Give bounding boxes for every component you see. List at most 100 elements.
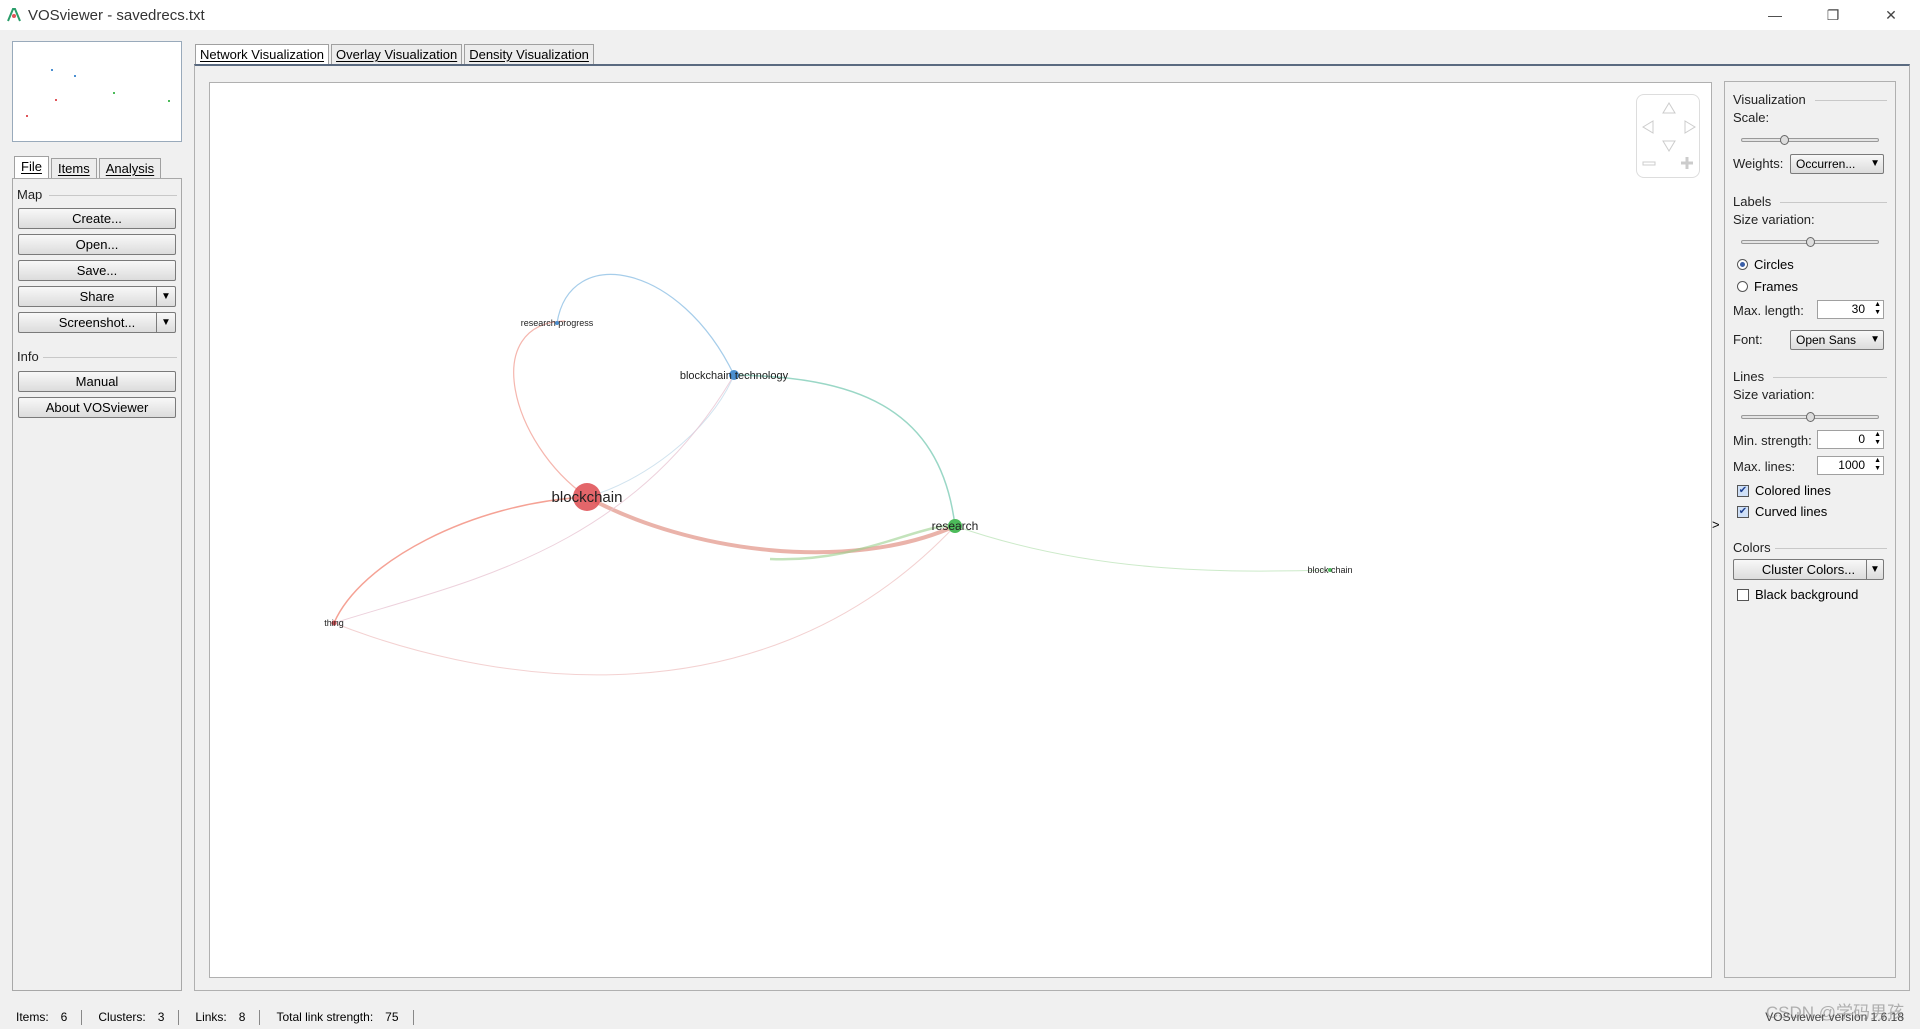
curved-lines-checkbox[interactable]: ✔ bbox=[1737, 505, 1749, 518]
share-button[interactable]: Share ▼ bbox=[18, 286, 176, 307]
pan-right-icon[interactable] bbox=[1684, 120, 1696, 134]
overview-node bbox=[26, 115, 28, 117]
curved-lines-row[interactable]: ✔ Curved lines bbox=[1737, 504, 1827, 519]
font-label: Font: bbox=[1733, 332, 1763, 347]
frames-radio-row[interactable]: Frames bbox=[1737, 279, 1798, 294]
lines-section-label: Lines bbox=[1733, 369, 1765, 384]
pan-down-icon[interactable] bbox=[1662, 140, 1676, 152]
divider bbox=[1780, 202, 1887, 203]
create-button[interactable]: Create... bbox=[18, 208, 176, 229]
overview-node bbox=[51, 69, 53, 71]
link-blockchain-research bbox=[586, 495, 956, 555]
max-lines-value: 1000 bbox=[1838, 458, 1865, 472]
tab-overlay-visualization[interactable]: Overlay Visualization bbox=[331, 44, 463, 65]
label-thing[interactable]: thing bbox=[324, 618, 344, 628]
zoom-in-icon[interactable] bbox=[1681, 157, 1693, 169]
items-count-label: Items: bbox=[16, 1010, 49, 1024]
frames-radio[interactable] bbox=[1737, 281, 1748, 292]
max-lines-label: Max. lines: bbox=[1733, 459, 1796, 474]
line-size-variation-label: Size variation: bbox=[1733, 387, 1815, 402]
line-size-slider-thumb[interactable] bbox=[1806, 412, 1815, 422]
link-blockchain-thing bbox=[333, 496, 588, 624]
save-button[interactable]: Save... bbox=[18, 260, 176, 281]
line-size-variation-slider[interactable] bbox=[1741, 412, 1879, 422]
colored-lines-label: Colored lines bbox=[1755, 483, 1831, 498]
max-length-label: Max. length: bbox=[1733, 303, 1804, 318]
restore-button[interactable]: ❐ bbox=[1804, 0, 1862, 30]
overview-node bbox=[168, 100, 170, 102]
tab-file[interactable]: File bbox=[14, 156, 49, 179]
items-count-value: 6 bbox=[60, 1010, 68, 1024]
scale-label: Scale: bbox=[1733, 110, 1770, 125]
label-blockchain[interactable]: blockchain bbox=[552, 489, 623, 506]
scale-slider[interactable] bbox=[1741, 135, 1879, 145]
screenshot-label: Screenshot... bbox=[58, 315, 136, 330]
overview-map[interactable] bbox=[12, 41, 182, 142]
circles-radio-row[interactable]: Circles bbox=[1737, 257, 1794, 272]
divider bbox=[1775, 548, 1887, 549]
pan-up-icon[interactable] bbox=[1662, 102, 1676, 114]
link-thing-blockchain-technology bbox=[333, 374, 735, 624]
open-button[interactable]: Open... bbox=[18, 234, 176, 255]
font-select[interactable]: Open Sans ▼ bbox=[1790, 330, 1884, 350]
screenshot-button[interactable]: Screenshot... ▼ bbox=[18, 312, 176, 333]
link-blockchain-technology-blockchain bbox=[586, 374, 735, 498]
label-size-slider-thumb[interactable] bbox=[1806, 237, 1815, 247]
pan-left-icon[interactable] bbox=[1642, 120, 1654, 134]
min-strength-value: 0 bbox=[1858, 432, 1865, 446]
label-research-progress[interactable]: research progress bbox=[521, 318, 594, 328]
network-canvas[interactable]: blockchain thing blockchain technology r… bbox=[209, 82, 1712, 978]
screenshot-dropdown-icon[interactable]: ▼ bbox=[156, 313, 175, 332]
tab-density-visualization[interactable]: Density Visualization bbox=[464, 44, 594, 65]
spinner-arrows-icon[interactable]: ▲ ▼ bbox=[1874, 431, 1881, 447]
navigation-arrows bbox=[1642, 102, 1696, 169]
label-blockchain-technology[interactable]: blockchain technology bbox=[680, 370, 789, 382]
colored-lines-checkbox[interactable]: ✔ bbox=[1737, 484, 1749, 497]
tab-items[interactable]: Items bbox=[50, 158, 97, 179]
network-graph[interactable]: blockchain thing blockchain technology r… bbox=[210, 83, 1712, 978]
circles-radio[interactable] bbox=[1737, 259, 1748, 270]
title-bar: VOSviewer - savedrecs.txt — ❐ ✕ bbox=[0, 0, 1920, 30]
label-research[interactable]: research bbox=[932, 519, 979, 533]
black-background-row[interactable]: Black background bbox=[1737, 587, 1858, 602]
min-strength-input[interactable]: 0 ▲ ▼ bbox=[1817, 430, 1884, 449]
file-panel: Map Create... Open... Save... Share ▼ Sc… bbox=[12, 178, 182, 991]
circles-label: Circles bbox=[1754, 257, 1794, 272]
black-background-checkbox[interactable] bbox=[1737, 588, 1749, 601]
divider bbox=[1773, 377, 1887, 378]
spinner-arrows-icon[interactable]: ▲ ▼ bbox=[1874, 457, 1881, 473]
total-link-strength-label: Total link strength: bbox=[276, 1010, 374, 1024]
status-clusters: Clusters: 3 bbox=[82, 1010, 180, 1025]
vosviewer-logo-icon bbox=[7, 8, 21, 22]
clusters-count-value: 3 bbox=[157, 1010, 165, 1024]
share-dropdown-icon[interactable]: ▼ bbox=[156, 287, 175, 306]
status-bar: Items: 6 Clusters: 3 Links: 8 Total link st… bbox=[0, 1006, 1920, 1029]
navigation-control bbox=[1636, 94, 1700, 178]
minimize-button[interactable]: — bbox=[1746, 0, 1804, 30]
spinner-arrows-icon[interactable]: ▲ ▼ bbox=[1874, 301, 1881, 317]
weights-select[interactable]: Occurren... ▼ bbox=[1790, 154, 1884, 174]
scale-slider-thumb[interactable] bbox=[1780, 135, 1789, 145]
colored-lines-row[interactable]: ✔ Colored lines bbox=[1737, 483, 1831, 498]
link-blockchain-technology-research bbox=[733, 374, 956, 527]
close-button[interactable]: ✕ bbox=[1862, 0, 1920, 30]
cluster-colors-button[interactable]: Cluster Colors... ▼ bbox=[1733, 559, 1884, 580]
overview-node bbox=[55, 99, 57, 101]
label-size-variation-slider[interactable] bbox=[1741, 237, 1879, 247]
tab-analysis[interactable]: Analysis bbox=[98, 158, 162, 179]
watermark-text: CSDN @学码男孩 bbox=[1765, 1003, 1904, 1022]
tab-network-visualization[interactable]: Network Visualization bbox=[195, 44, 330, 65]
frames-label: Frames bbox=[1754, 279, 1799, 294]
cluster-colors-dropdown-icon[interactable]: ▼ bbox=[1866, 560, 1883, 579]
manual-button[interactable]: Manual bbox=[18, 371, 176, 392]
about-button[interactable]: About VOSviewer bbox=[18, 397, 176, 418]
max-lines-input[interactable]: 1000 ▲ ▼ bbox=[1817, 456, 1884, 475]
label-block-chain[interactable]: block chain bbox=[1307, 565, 1352, 575]
links-count-value: 8 bbox=[238, 1010, 246, 1024]
left-tab-strip: File Items Analysis bbox=[14, 156, 163, 179]
collapse-panel-icon[interactable]: > bbox=[1712, 517, 1720, 532]
divider bbox=[49, 195, 177, 196]
zoom-out-icon[interactable] bbox=[1642, 161, 1656, 166]
max-length-input[interactable]: 30 ▲ ▼ bbox=[1817, 300, 1884, 319]
max-length-value: 30 bbox=[1851, 302, 1865, 316]
